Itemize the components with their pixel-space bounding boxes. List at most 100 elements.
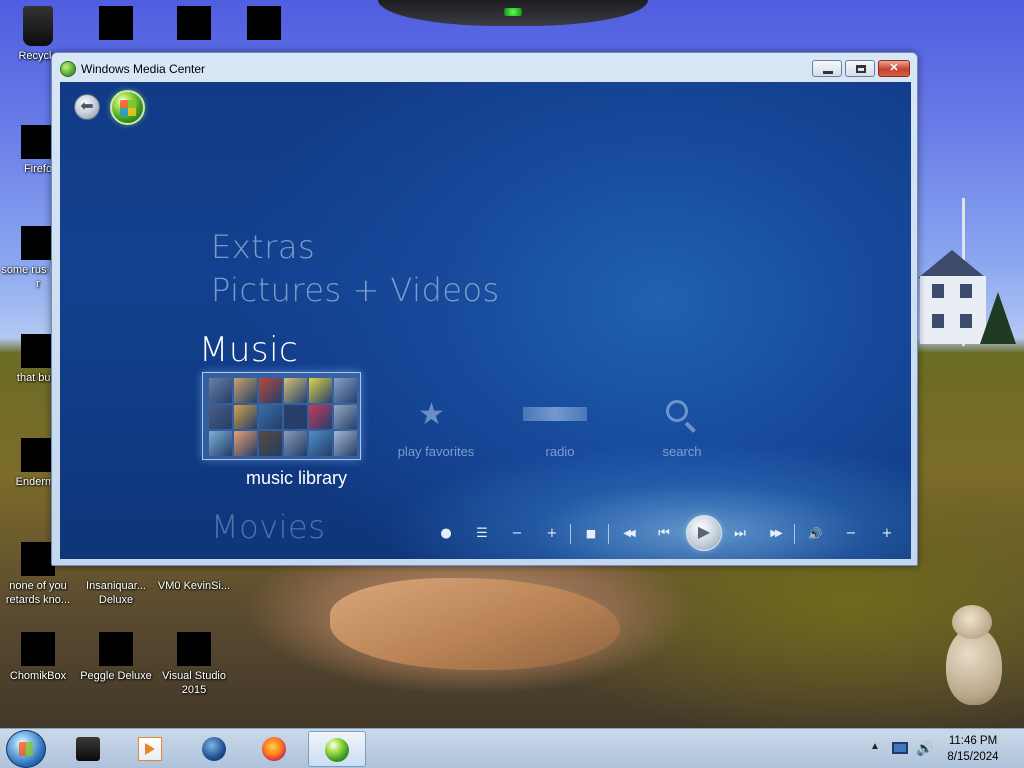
file-icon	[21, 334, 55, 368]
taskbar-media-center[interactable]	[308, 731, 366, 767]
desktop-icon-chomikbox[interactable]: ChomikBox	[0, 632, 76, 683]
taskbar-app-1[interactable]	[66, 731, 110, 767]
media-center-content: ⬅ Extras Pictures + Videos Music Movies …	[60, 82, 911, 559]
media-center-start-button[interactable]	[110, 90, 145, 125]
file-icon	[21, 542, 55, 576]
channel-down-button[interactable]: −	[505, 522, 529, 546]
globe-icon	[202, 737, 226, 761]
chomikbox-icon	[21, 632, 55, 666]
desktop-icon-label: VM0 KevinSi...	[157, 580, 231, 592]
desktop-icon-label: Visual Studio 2015	[161, 670, 226, 696]
folder-icon	[99, 6, 133, 40]
media-center-window[interactable]: Windows Media Center ✕ ⬅ Extras Pictures…	[51, 52, 918, 566]
desktop-icon-folder[interactable]	[78, 6, 154, 43]
rewind-button[interactable]: ◀◀	[616, 522, 640, 546]
taskbar: ▲ 🔊 11:46 PM 8/15/2024	[0, 728, 1024, 768]
menu-music[interactable]: Music	[199, 330, 298, 370]
channel-up-button[interactable]: +	[540, 522, 564, 546]
album-art	[309, 431, 332, 456]
album-art	[309, 378, 332, 403]
next-track-button[interactable]: ⏭	[728, 522, 752, 546]
search-label[interactable]: search	[660, 444, 704, 459]
clock[interactable]: 11:46 PM 8/15/2024	[940, 733, 1006, 765]
radio-icon[interactable]	[523, 407, 587, 421]
guide-button[interactable]: ☰	[470, 522, 494, 546]
album-art-grid	[209, 378, 357, 456]
play-button[interactable]: ▶	[686, 515, 722, 551]
app-icon	[247, 6, 281, 40]
wallpaper-house	[918, 250, 988, 345]
taskbar-globe-app[interactable]	[192, 731, 236, 767]
desktop-icon-label: Peggle Deluxe	[80, 670, 152, 682]
app-icon	[177, 6, 211, 40]
gadget-led	[500, 8, 526, 16]
transport-controls: ● ☰ − + ■ ◀◀ ⏮ ▶ ⏭ ▶▶ 🔊 − +	[430, 514, 910, 554]
minimize-icon	[823, 71, 833, 74]
fast-forward-button[interactable]: ▶▶	[763, 522, 787, 546]
windows-logo-icon	[120, 100, 136, 116]
network-icon[interactable]	[892, 742, 908, 754]
desktop-icon-label: none of you retards kno...	[5, 580, 71, 606]
album-art	[284, 404, 307, 430]
album-art	[234, 404, 257, 430]
back-button[interactable]: ⬅	[74, 94, 100, 120]
taskbar-firefox[interactable]	[252, 731, 296, 767]
app-icon	[21, 438, 55, 472]
music-library-label[interactable]: music library	[246, 468, 347, 489]
app-icon	[76, 737, 100, 761]
gopher-mascot[interactable]	[938, 605, 1008, 705]
album-art	[209, 431, 232, 456]
album-art	[259, 404, 282, 430]
desktop-icon-label: ChomikBox	[9, 670, 67, 682]
visual-studio-icon	[177, 632, 211, 666]
menu-pictures-videos[interactable]: Pictures + Videos	[211, 271, 500, 309]
separator	[608, 524, 609, 544]
desktop-gadget	[378, 0, 648, 26]
title-bar[interactable]: Windows Media Center ✕	[52, 53, 917, 81]
stop-button[interactable]: ■	[579, 522, 603, 546]
album-art	[259, 378, 282, 403]
show-hidden-icons-button[interactable]: ▲	[868, 741, 882, 752]
taskbar-media-player[interactable]	[128, 731, 172, 767]
album-art	[284, 378, 307, 403]
volume-down-button[interactable]: −	[839, 522, 863, 546]
minimize-button[interactable]	[812, 60, 842, 77]
desktop-icon-label: Insaniquar... Deluxe	[86, 580, 146, 606]
desktop-icon-visual-studio[interactable]: Visual Studio 2015	[156, 632, 232, 697]
clock-date: 8/15/2024	[947, 751, 999, 763]
desktop-icon-app[interactable]	[156, 6, 232, 43]
menu-extras[interactable]: Extras	[211, 228, 315, 266]
star-icon[interactable]: ★	[418, 397, 445, 432]
album-art	[284, 431, 307, 456]
close-button[interactable]: ✕	[878, 60, 910, 77]
peggle-icon	[99, 632, 133, 666]
window-title: Windows Media Center	[81, 62, 206, 76]
separator	[794, 524, 795, 544]
mute-button[interactable]: 🔊	[803, 522, 827, 546]
menu-movies[interactable]: Movies	[211, 508, 325, 546]
radio-label[interactable]: radio	[540, 444, 580, 459]
firefox-icon	[21, 125, 55, 159]
desktop-icon-app-2[interactable]	[226, 6, 302, 43]
album-art	[309, 404, 332, 430]
album-art	[334, 404, 357, 430]
start-button[interactable]	[6, 730, 46, 768]
album-art	[234, 431, 257, 456]
desktop-icon-peggle[interactable]: Peggle Deluxe	[78, 632, 154, 683]
music-library-tile[interactable]	[202, 372, 361, 460]
album-art	[209, 378, 232, 403]
close-icon: ✕	[889, 62, 899, 74]
album-art	[209, 404, 232, 430]
restore-button[interactable]	[845, 60, 875, 77]
media-center-icon	[60, 61, 76, 77]
wallpaper-rock	[330, 578, 620, 670]
separator	[570, 524, 571, 544]
play-favorites-label[interactable]: play favorites	[396, 444, 476, 459]
record-button[interactable]: ●	[434, 522, 458, 546]
album-art	[334, 378, 357, 403]
volume-icon[interactable]: 🔊	[916, 740, 933, 756]
previous-track-button[interactable]: ⏮	[652, 522, 676, 546]
clock-time: 11:46 PM	[948, 735, 998, 747]
volume-up-button[interactable]: +	[875, 522, 899, 546]
search-icon[interactable]	[664, 398, 700, 434]
